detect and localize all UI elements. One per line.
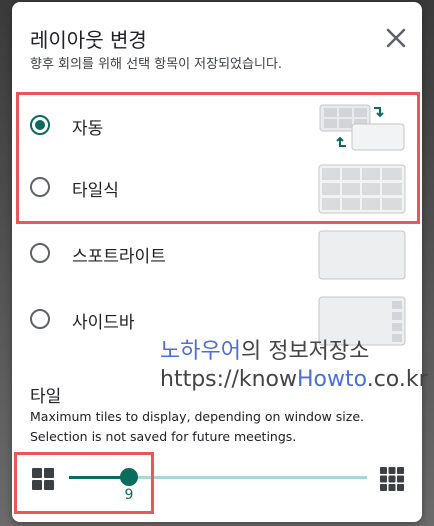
grid-large-icon xyxy=(380,467,404,491)
watermark: 노하우어의 정보저장소 https://knowHowto.co.kr xyxy=(160,338,428,394)
radio-spotlight[interactable] xyxy=(30,243,50,263)
slider-track-inactive xyxy=(129,476,367,479)
layout-option-spotlight[interactable]: 스포트라이트 xyxy=(18,226,416,284)
tiled-layout-icon xyxy=(318,164,406,214)
radio-auto[interactable] xyxy=(30,115,50,135)
layout-option-tiled[interactable]: 타일식 xyxy=(18,160,416,218)
option-label-sidebar: 사이드바 xyxy=(72,313,135,333)
slider-value: 9 xyxy=(124,487,134,503)
radio-sidebar[interactable] xyxy=(30,309,50,329)
change-layout-dialog: 레이아웃 변경 향후 회의를 위해 선택 항목이 저장되었습니다. 자동 타일식 xyxy=(12,2,428,522)
layout-option-auto[interactable]: 자동 xyxy=(18,98,416,156)
tiles-slider[interactable]: 9 xyxy=(12,450,422,510)
auto-layout-icon xyxy=(319,104,405,151)
grid-small-icon xyxy=(32,468,54,490)
option-label-spotlight: 스포트라이트 xyxy=(72,247,166,267)
option-label-tiled: 타일식 xyxy=(72,181,119,201)
watermark-url-suffix: .co.kr xyxy=(366,367,428,392)
slider-thumb[interactable] xyxy=(120,468,138,486)
watermark-url-brand: Howto xyxy=(297,367,367,392)
tiles-description: Maximum tiles to display, depending on w… xyxy=(30,409,365,444)
close-button[interactable] xyxy=(382,24,410,52)
radio-tiled[interactable] xyxy=(30,177,50,197)
close-icon xyxy=(386,28,406,48)
watermark-url-prefix: https://know xyxy=(160,367,297,392)
watermark-brand: 노하우어 xyxy=(160,339,241,364)
spotlight-layout-icon xyxy=(318,230,406,280)
option-label-auto: 자동 xyxy=(72,119,104,139)
dialog-subtitle: 향후 회의를 위해 선택 항목이 저장되었습니다. xyxy=(30,57,283,72)
tiles-section-title: 타일 xyxy=(30,387,62,407)
dialog-title: 레이아웃 변경 xyxy=(30,28,147,52)
watermark-tagline: 의 정보저장소 xyxy=(240,339,370,364)
